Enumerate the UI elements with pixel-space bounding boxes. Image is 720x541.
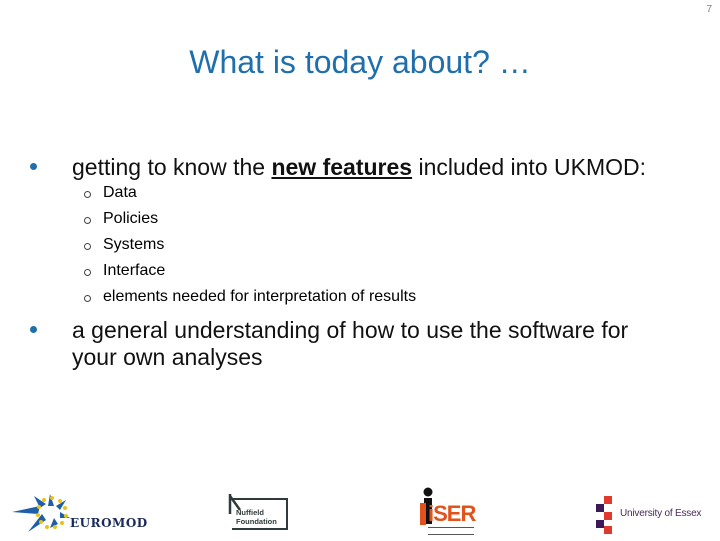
euromod-wordmark: EUROMOD bbox=[70, 516, 148, 530]
bullet-dot-icon bbox=[30, 163, 37, 170]
sub-item-data: Data bbox=[84, 183, 416, 209]
iser-wordmark: iSER bbox=[428, 501, 476, 526]
bullet-line-1: a general understanding of how to use th… bbox=[72, 317, 629, 343]
ring-bullet-icon bbox=[84, 191, 91, 198]
page-number: 7 bbox=[706, 4, 712, 15]
bullet-general-understanding: a general understanding of how to use th… bbox=[30, 317, 628, 371]
ring-bullet-icon bbox=[84, 269, 91, 276]
ring-bullet-icon bbox=[84, 243, 91, 250]
sub-item-policies: Policies bbox=[84, 209, 416, 235]
feature-sublist: Data Policies Systems Interface elements… bbox=[84, 183, 416, 313]
essex-wordmark: University of Essex bbox=[620, 508, 702, 519]
bullet-emphasis: new features bbox=[271, 154, 413, 180]
university-of-essex-logo: University of Essex bbox=[596, 494, 714, 534]
bullet-line-2: your own analyses bbox=[72, 344, 263, 370]
bullet-text-prefix: getting to know the bbox=[72, 154, 272, 180]
sub-item-interface: Interface bbox=[84, 261, 416, 287]
ring-bullet-icon bbox=[84, 217, 91, 224]
slide-title: What is today about? … bbox=[189, 44, 531, 80]
ring-bullet-icon bbox=[84, 295, 91, 302]
bullet-text-suffix: included into UKMOD: bbox=[412, 154, 647, 180]
nuffield-line-1: Nuffield bbox=[236, 508, 264, 517]
euromod-logo: EUROMOD bbox=[10, 488, 147, 536]
sub-item-elements: elements needed for interpretation of re… bbox=[84, 287, 416, 313]
bullet-dot-icon bbox=[30, 326, 37, 333]
nuffield-line-2: Foundation bbox=[236, 517, 277, 526]
nuffield-foundation-logo: Nuffield Foundation bbox=[228, 494, 290, 532]
bullet-new-features: getting to know the new features include… bbox=[30, 154, 646, 181]
iser-logo: iSER bbox=[416, 487, 476, 537]
sub-item-systems: Systems bbox=[84, 235, 416, 261]
